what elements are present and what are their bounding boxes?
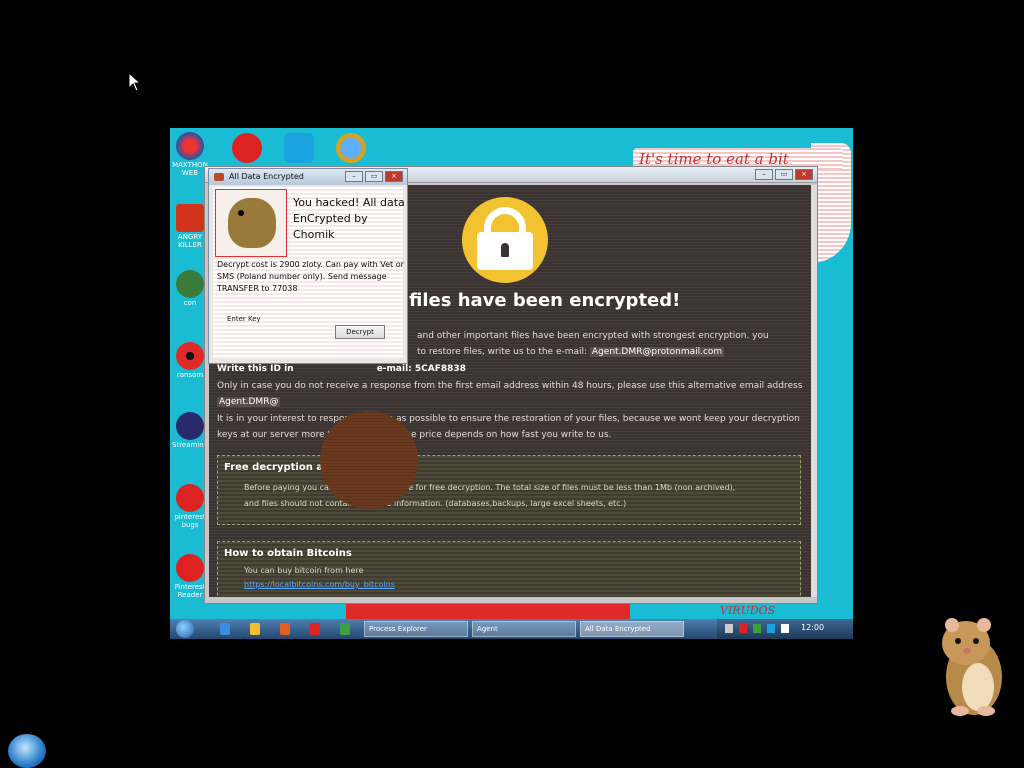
flash-icon	[176, 412, 204, 440]
contact-email[interactable]: Agent.DMR@protonmail.com	[589, 347, 725, 357]
pinterest-icon[interactable]	[232, 133, 262, 163]
app-icon	[176, 204, 204, 232]
tray-icon[interactable]	[739, 624, 747, 633]
dialog-ransom-text: Decrypt cost is 2900 zloty. Can pay with…	[217, 260, 404, 293]
ransom-line2: to restore files, write us to the e-mail…	[417, 347, 725, 357]
dialog-maximize-button[interactable]: ▭	[365, 171, 383, 182]
dialog-minimize-button[interactable]: –	[345, 171, 363, 182]
bitcoin-title: How to obtain Bitcoins	[224, 548, 352, 559]
ransom-scrollbar[interactable]	[811, 185, 817, 597]
network-icon	[176, 270, 204, 298]
ransom-id-line: Write this ID in e-mail: 5CAF8838	[217, 364, 466, 374]
pinterest-icon	[176, 484, 204, 512]
bitcoin-link[interactable]: https://localbitcoins.com/buy_bitcoins	[244, 580, 395, 589]
pinterest-icon	[176, 554, 204, 582]
desktop-icon-radiation[interactable]: ransom	[172, 342, 208, 379]
virtual-machine-screen: It's time to eat a bit MAXTHON WEB ANGRY…	[170, 128, 853, 639]
start-button-icon[interactable]	[8, 734, 46, 768]
minimize-button[interactable]: –	[755, 169, 773, 180]
maxthon-icon	[176, 132, 204, 160]
free-decryption-line1: Before paying you can send us up to 1 fi…	[244, 483, 736, 492]
hamster-eye	[238, 210, 244, 216]
clock[interactable]: 12:00	[801, 623, 824, 632]
ransom-line4: Only in case you do not receive a respon…	[217, 381, 803, 391]
desktop-icon-flash[interactable]: Streaming	[172, 412, 208, 449]
dialog-body: You hacked! All data EnCrypted by Chomik…	[213, 187, 405, 359]
system-tray: 12:00	[717, 619, 853, 639]
hamster-icon	[228, 198, 276, 248]
ransom-heading: files have been encrypted!	[409, 290, 681, 311]
wallpaper-strip-text: VIRUDOS	[720, 604, 776, 617]
free-decryption-line2: and files should not contain valuable in…	[244, 499, 627, 508]
ransom-line5: It is in your interest to respond as soo…	[217, 414, 800, 424]
dialog-titlebar[interactable]: All Data Encrypted – ▭ ×	[209, 169, 407, 185]
app-icon	[214, 173, 224, 181]
desktop-icon-app[interactable]: ANGRY KILLER	[172, 204, 208, 249]
volume-icon[interactable]	[781, 624, 789, 633]
decrypt-button[interactable]: Decrypt	[335, 325, 385, 339]
pinterest-icon[interactable]	[310, 623, 320, 635]
tray-icon[interactable]	[725, 624, 733, 633]
quicklaunch-icon[interactable]	[220, 623, 230, 635]
all-data-encrypted-dialog: All Data Encrypted – ▭ × You hacked! All…	[208, 168, 408, 364]
chrome-icon[interactable]	[340, 623, 350, 635]
tray-icon[interactable]	[767, 624, 775, 633]
internet-explorer-icon[interactable]	[336, 133, 366, 163]
enter-key-label: Enter Key	[227, 315, 261, 323]
alt-email: Agent.DMR@	[217, 397, 281, 407]
vm-taskbar: Process Explorer Agent All Data Encrypte…	[170, 619, 853, 639]
close-button[interactable]: ×	[795, 169, 813, 180]
ransom-id: e-mail: 5CAF8838	[376, 364, 466, 374]
bitcoin-section: How to obtain Bitcoins You can buy bitco…	[217, 541, 801, 597]
taskbar-task-dialog[interactable]: All Data Encrypted	[580, 621, 684, 637]
ransom-line6: keys at our server more than one week. T…	[217, 430, 612, 440]
free-decryption-section: Free decryption as guarantee Before payi…	[217, 455, 801, 525]
taskbar-task-process[interactable]: Process Explorer	[364, 621, 468, 637]
tray-icon[interactable]	[753, 624, 761, 633]
taskbar-task-agent[interactable]: Agent	[472, 621, 576, 637]
keyhole-icon	[501, 243, 509, 257]
maximize-button[interactable]: ▭	[775, 169, 793, 180]
desktop-icon-maxthon[interactable]: MAXTHON WEB	[172, 132, 208, 177]
dialog-close-button[interactable]: ×	[385, 171, 403, 182]
ransom-line1: and other important files have been encr…	[417, 331, 769, 341]
dialog-title: All Data Encrypted	[229, 172, 304, 181]
dialog-headline: You hacked! All data EnCrypted by Chomik	[293, 196, 405, 241]
wallpaper-red-strip	[346, 604, 630, 620]
skype-icon[interactable]	[284, 133, 314, 163]
folder-icon[interactable]	[250, 623, 260, 635]
desktop-icon-network[interactable]: con	[172, 270, 208, 307]
mouse-cursor-icon	[128, 72, 140, 92]
hamster-image	[215, 189, 287, 257]
media-icon[interactable]	[280, 623, 290, 635]
start-button-icon[interactable]	[176, 620, 194, 638]
desktop-icon-pinterest-reader[interactable]: Pinterest Reader	[172, 554, 208, 599]
redaction-circle	[320, 411, 418, 509]
radiation-icon	[176, 342, 204, 370]
desktop-icon-pinterest[interactable]: pinterest bugs	[172, 484, 208, 529]
bitcoin-line: You can buy bitcoin from here	[244, 566, 364, 575]
hamster-icon	[942, 618, 1002, 716]
